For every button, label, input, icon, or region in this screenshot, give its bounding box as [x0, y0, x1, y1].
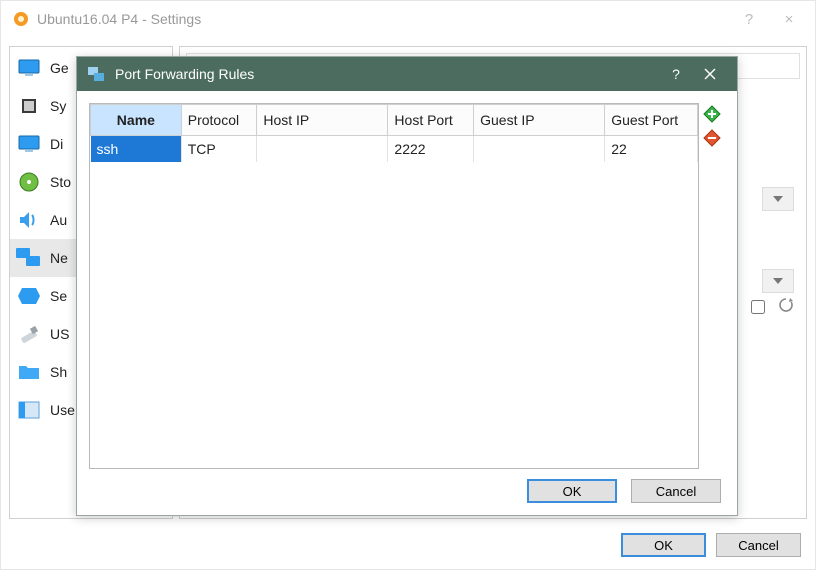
sidebar-label-usb: US	[50, 326, 69, 342]
cell-protocol[interactable]: TCP	[181, 136, 257, 163]
usb-icon	[16, 321, 42, 347]
settings-help-button[interactable]: ?	[729, 5, 769, 33]
sidebar-label-network: Ne	[50, 250, 68, 266]
add-rule-button[interactable]	[703, 105, 721, 123]
sidebar-label-storage: Sto	[50, 174, 71, 190]
col-protocol[interactable]: Protocol	[181, 105, 257, 136]
sidebar-label-interface: Use	[50, 402, 75, 418]
dialog-cancel-button[interactable]: Cancel	[631, 479, 721, 503]
dialog-content: Name Protocol Host IP Host Port Guest IP…	[89, 103, 725, 469]
col-guest-ip[interactable]: Guest IP	[474, 105, 605, 136]
sidebar-label-audio: Au	[50, 212, 67, 228]
network-icon	[16, 245, 42, 271]
sidebar-label-shared: Sh	[50, 364, 67, 380]
settings-titlebar: Ubuntu16.04 P4 - Settings ? ×	[1, 1, 815, 37]
dialog-help-button[interactable]: ?	[659, 57, 693, 91]
col-host-ip[interactable]: Host IP	[257, 105, 388, 136]
rules-table-container: Name Protocol Host IP Host Port Guest IP…	[89, 103, 699, 469]
serial-icon	[16, 283, 42, 309]
remove-rule-button[interactable]	[703, 129, 721, 147]
rules-table: Name Protocol Host IP Host Port Guest IP…	[90, 104, 698, 162]
advanced-checkbox[interactable]	[751, 300, 765, 314]
table-row[interactable]: ssh TCP 2222 22	[91, 136, 698, 163]
refresh-icon[interactable]	[776, 295, 796, 315]
sidebar-label-display: Di	[50, 136, 63, 152]
cell-host-ip[interactable]	[257, 136, 388, 163]
storage-icon	[16, 169, 42, 195]
col-name[interactable]: Name	[91, 105, 182, 136]
dialog-ok-button[interactable]: OK	[527, 479, 617, 503]
settings-close-button[interactable]: ×	[769, 5, 809, 33]
col-guest-port[interactable]: Guest Port	[605, 105, 698, 136]
network-card-icon	[87, 65, 105, 83]
interface-icon	[16, 397, 42, 423]
dialog-close-button[interactable]	[693, 57, 727, 91]
rules-header-row: Name Protocol Host IP Host Port Guest IP…	[91, 105, 698, 136]
dialog-title: Port Forwarding Rules	[115, 66, 659, 82]
rules-side-toolbar	[699, 103, 725, 469]
folder-icon	[16, 359, 42, 385]
dropdown-2[interactable]	[762, 269, 794, 293]
chip-icon	[16, 93, 42, 119]
cell-name[interactable]: ssh	[91, 136, 182, 163]
cell-guest-port[interactable]: 22	[605, 136, 698, 163]
sidebar-label-serial: Se	[50, 288, 67, 304]
virtualbox-icon	[13, 11, 29, 27]
port-forwarding-dialog: Port Forwarding Rules ? Name Protocol Ho…	[76, 56, 738, 516]
cell-host-port[interactable]: 2222	[388, 136, 474, 163]
settings-ok-button[interactable]: OK	[621, 533, 706, 557]
sidebar-label-system: Sy	[50, 98, 66, 114]
dropdown-1[interactable]	[762, 187, 794, 211]
audio-icon	[16, 207, 42, 233]
cell-guest-ip[interactable]	[474, 136, 605, 163]
sidebar-label-general: Ge	[50, 60, 69, 76]
col-host-port[interactable]: Host Port	[388, 105, 474, 136]
settings-footer: OK Cancel	[621, 533, 801, 557]
settings-title: Ubuntu16.04 P4 - Settings	[37, 11, 729, 27]
monitor-icon	[16, 55, 42, 81]
dialog-titlebar: Port Forwarding Rules ?	[77, 57, 737, 91]
display-icon	[16, 131, 42, 157]
dialog-footer: OK Cancel	[527, 479, 721, 503]
settings-cancel-button[interactable]: Cancel	[716, 533, 801, 557]
